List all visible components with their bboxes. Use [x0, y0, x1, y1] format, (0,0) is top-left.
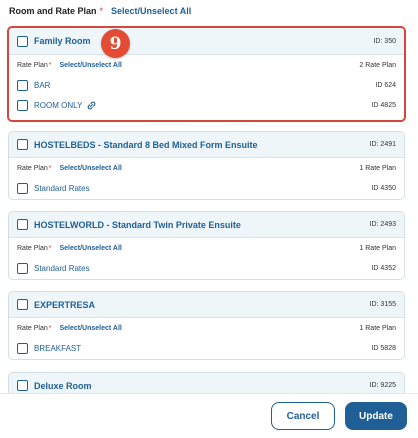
rate-plan-select-all-link[interactable]: Select/Unselect All [59, 245, 121, 252]
select-unselect-all-link[interactable]: Select/Unselect All [111, 6, 191, 16]
rate-name: BREAKFAST [34, 343, 82, 353]
rate-plan-count: 1 Rate Plan [359, 324, 396, 332]
link-icon[interactable] [87, 101, 96, 110]
rate-name: Standard Rates [34, 263, 90, 273]
rate-row: BREAKFAST ID 5828 [9, 338, 404, 358]
room-rate-plan-header: Room and Rate Plan * Select/Unselect All [9, 4, 191, 18]
room-id: ID: 9225 [369, 382, 396, 389]
room-name: Deluxe Room [34, 380, 92, 391]
cancel-button[interactable]: Cancel [271, 402, 335, 430]
room-header: Family Room ID: 350 [9, 28, 404, 55]
rate-id: ID 4825 [371, 101, 396, 109]
rate-name: Standard Rates [34, 183, 90, 193]
room-checkbox[interactable] [17, 219, 28, 230]
rate-plan-select-all-link[interactable]: Select/Unselect All [59, 62, 121, 69]
rate-row: ROOM ONLY ID 4825 [9, 95, 404, 115]
room-name: EXPERTRESA [34, 299, 96, 310]
room-checkbox[interactable] [17, 35, 28, 47]
room-card: HOSTELBEDS - Standard 8 Bed Mixed Form E… [8, 131, 405, 200]
room-checkbox[interactable] [17, 299, 28, 310]
rate-row: Standard Rates ID 4352 [9, 258, 404, 278]
rate-row: Standard Rates ID 4350 [9, 178, 404, 198]
rate-checkbox[interactable] [17, 342, 28, 354]
rate-checkbox[interactable] [17, 182, 28, 194]
rate-plan-header: Rate Plan * Select/Unselect All 1 Rate P… [9, 318, 404, 338]
rate-id: ID 4350 [371, 184, 396, 192]
required-mark: * [48, 164, 52, 172]
rate-plan-header: Rate Plan * Select/Unselect All 2 Rate P… [9, 55, 404, 75]
required-mark: * [48, 244, 52, 252]
dialog-footer: Cancel Update [0, 393, 418, 438]
rate-plan-label: Rate Plan [17, 164, 48, 172]
room-header: HOSTELBEDS - Standard 8 Bed Mixed Form E… [9, 132, 404, 158]
rate-plan-count: 2 Rate Plan [359, 61, 396, 69]
required-mark: * [48, 61, 52, 69]
room-id: ID: 2491 [369, 141, 396, 148]
rate-id: ID 4352 [371, 264, 396, 272]
room-checkbox[interactable] [17, 139, 28, 150]
room-name: HOSTELWORLD - Standard Twin Private Ensu… [34, 219, 241, 230]
required-mark: * [48, 324, 52, 332]
room-checkbox[interactable] [17, 380, 28, 391]
rate-plan-select-all-link[interactable]: Select/Unselect All [59, 325, 121, 332]
update-button[interactable]: Update [345, 402, 407, 430]
room-name: HOSTELBEDS - Standard 8 Bed Mixed Form E… [34, 139, 258, 150]
required-mark: * [99, 6, 104, 16]
rate-plan-count: 1 Rate Plan [359, 164, 396, 172]
rate-plan-count: 1 Rate Plan [359, 244, 396, 252]
room-id: ID: 350 [373, 37, 396, 45]
rate-plan-header: Rate Plan * Select/Unselect All 1 Rate P… [9, 158, 404, 178]
rate-id: ID 5828 [371, 344, 396, 352]
rate-plan-label: Rate Plan [17, 61, 48, 69]
room-id: ID: 2493 [369, 221, 396, 228]
rate-checkbox[interactable] [17, 99, 28, 111]
room-header: EXPERTRESA ID: 3155 [9, 292, 404, 318]
rate-plan-label: Rate Plan [17, 324, 48, 332]
room-card-family-room: Family Room ID: 350 Rate Plan * Select/U… [7, 26, 406, 122]
rate-row: BAR ID 624 [9, 75, 404, 95]
rate-id: ID 624 [375, 81, 396, 89]
room-name: Family Room [34, 36, 91, 46]
rate-plan-header: Rate Plan * Select/Unselect All 1 Rate P… [9, 238, 404, 258]
room-card: EXPERTRESA ID: 3155 Rate Plan * Select/U… [8, 291, 405, 360]
rate-plan-label: Rate Plan [17, 244, 48, 252]
room-card: HOSTELWORLD - Standard Twin Private Ensu… [8, 211, 405, 280]
rate-plan-select-all-link[interactable]: Select/Unselect All [59, 165, 121, 172]
room-header: HOSTELWORLD - Standard Twin Private Ensu… [9, 212, 404, 238]
section-title: Room and Rate Plan [9, 6, 97, 16]
step-number-badge: 9 [101, 29, 130, 58]
rate-checkbox[interactable] [17, 262, 28, 274]
rate-name: ROOM ONLY [34, 100, 83, 110]
room-id: ID: 3155 [369, 301, 396, 308]
rate-name: BAR [34, 80, 51, 90]
rate-checkbox[interactable] [17, 79, 28, 91]
